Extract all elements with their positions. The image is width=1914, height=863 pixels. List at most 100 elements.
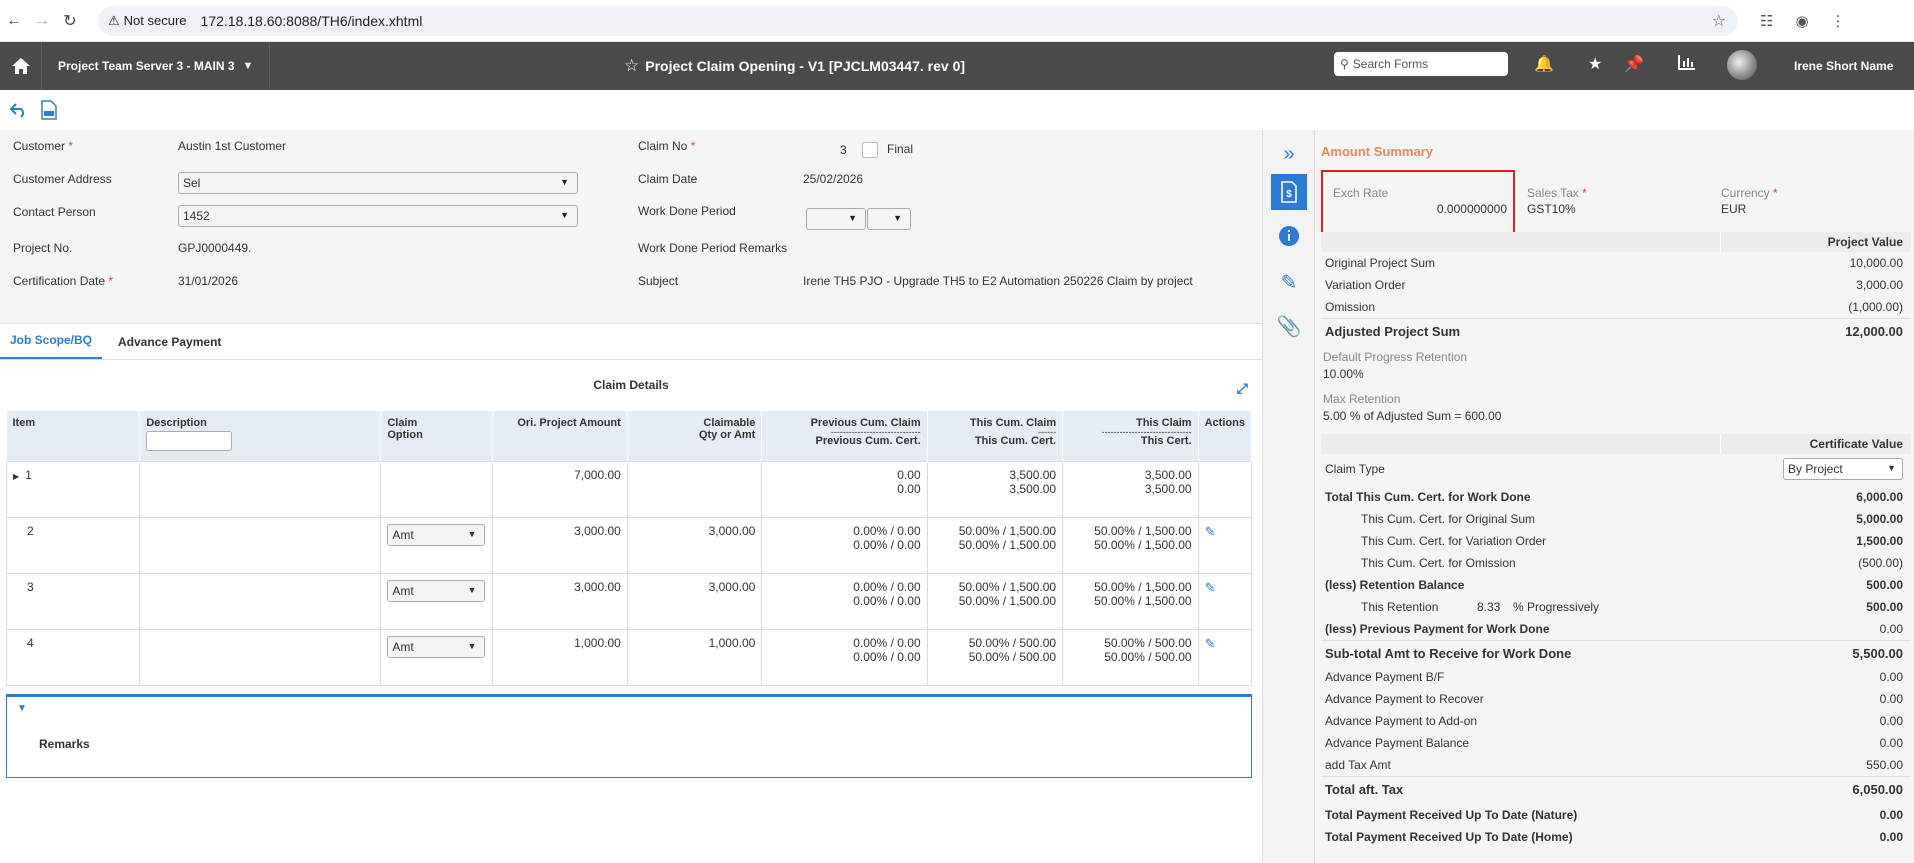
retention-pct-suffix: % Progressively: [1513, 600, 1600, 614]
pdf-icon[interactable]: [38, 99, 60, 121]
caret-down-icon: ▼: [242, 60, 254, 72]
col-item: Item: [6, 411, 141, 461]
item-cell: 4: [5, 628, 141, 686]
retention-pct-value[interactable]: 8.33: [1477, 600, 1500, 614]
menu-dots-icon[interactable]: ⋮: [1831, 12, 1846, 30]
actions-cell: ✎: [1197, 628, 1253, 686]
final-checkbox[interactable]: [862, 142, 878, 158]
table-row[interactable]: ▶ 1 7,000.00 0.00 0.00 3,500.00 3,500.00 3,…: [5, 460, 1253, 518]
tab-job-scope[interactable]: Job Scope/BQ: [0, 333, 103, 359]
customer-address-label: Customer Address: [13, 172, 112, 186]
expand-icon[interactable]: ⤢: [1237, 380, 1248, 397]
claimable-cell: [626, 460, 763, 518]
ori-amount-cell: 3,000.00: [492, 572, 628, 630]
amount-summary-icon[interactable]: $: [1271, 174, 1307, 210]
divider: [1321, 318, 1911, 319]
customer-address-select[interactable]: Sel ▼: [178, 172, 578, 194]
cum-omission-row: This Cum. Cert. for Omission (500.00): [1361, 556, 1903, 570]
star-icon[interactable]: ★: [1588, 54, 1602, 74]
claim-option-select[interactable]: Amt ▼: [387, 523, 486, 546]
certificate-value-header: Certificate Value: [1321, 434, 1911, 454]
table-row[interactable]: 3 Amt ▼ 3,000.00 3,000.00 0.00% / 0.00 0.0…: [5, 572, 1253, 630]
customer-label: Customer *: [13, 139, 74, 153]
avatar[interactable]: [1727, 50, 1757, 80]
claim-date-value[interactable]: 25/02/2026: [803, 172, 863, 186]
caret-down-icon: ▼: [560, 210, 569, 220]
form-toolbar: [0, 90, 1914, 130]
browser-toolbar: ← → ↻ ⚠ Not secure 172.18.18.60:8088/TH6…: [0, 0, 1914, 42]
edit-icon[interactable]: ✎: [1205, 580, 1216, 595]
search-forms-input[interactable]: ⚲ Search Forms: [1334, 52, 1508, 76]
work-done-period-select-1[interactable]: ▼: [806, 208, 866, 230]
address-bar[interactable]: ⚠ Not secure 172.18.18.60:8088/TH6/index…: [98, 5, 1738, 36]
received-nature-row: Total Payment Received Up To Date (Natur…: [1325, 808, 1903, 822]
chart-icon[interactable]: [1678, 54, 1696, 75]
col-description: Description: [139, 411, 382, 461]
contact-person-select[interactable]: 1452 ▼: [178, 205, 578, 227]
table-row[interactable]: 4 Amt ▼ 1,000.00 1,000.00 0.00% / 0.00 0.0…: [5, 628, 1253, 686]
this-claim-cell: 50.00% / 1,500.00 50.00% / 1,500.00: [1062, 516, 1199, 574]
this-cum-cell: 50.00% / 500.00 50.00% / 500.00: [926, 628, 1064, 686]
this-claim-cell: 50.00% / 500.00 50.00% / 500.00: [1062, 628, 1199, 686]
customer-value: Austin 1st Customer: [178, 139, 287, 153]
pin-icon[interactable]: 📌: [1624, 54, 1644, 74]
item-cell[interactable]: ▶ 1: [5, 460, 141, 518]
this-cum-cell: 50.00% / 1,500.00 50.00% / 1,500.00: [926, 516, 1064, 574]
claim-header-form: Customer * Austin 1st Customer Customer …: [0, 130, 1262, 324]
claim-date-label: Claim Date: [638, 172, 698, 186]
description-cell: [139, 516, 382, 574]
subject-label: Subject: [638, 274, 679, 288]
edit-notes-icon[interactable]: ✎: [1271, 264, 1307, 300]
adv-recover-row: Advance Payment to Recover 0.00: [1325, 692, 1903, 706]
home-icon[interactable]: [0, 42, 42, 90]
favorite-star-icon[interactable]: ☆: [624, 56, 639, 76]
reload-icon[interactable]: ↻: [56, 11, 84, 31]
subject-value: Irene TH5 PJO - Upgrade TH5 to E2 Automa…: [803, 274, 1193, 288]
attachment-icon[interactable]: 📎: [1271, 308, 1307, 344]
profile-icon[interactable]: ◉: [1795, 12, 1808, 30]
description-filter-input[interactable]: [146, 431, 233, 451]
claim-option-select[interactable]: Amt ▼: [387, 635, 486, 658]
page-title: ☆ Project Claim Opening - V1 [PJCLM03447…: [624, 42, 965, 90]
exch-rate-value[interactable]: 0.000000000: [1427, 202, 1507, 216]
col-this-claim: This Claim -----------------------------…: [1062, 411, 1199, 461]
claimable-cell: 1,000.00: [626, 628, 763, 686]
certification-date-value[interactable]: 31/01/2026: [178, 274, 238, 288]
edit-icon[interactable]: ✎: [1205, 524, 1216, 539]
previous-cum-cell: 0.00% / 0.00 0.00% / 0.00: [761, 516, 928, 574]
user-name[interactable]: Irene Short Name: [1794, 42, 1893, 90]
work-done-period-label: Work Done Period: [638, 204, 736, 218]
adv-addon-row: Advance Payment to Add-on 0.00: [1325, 714, 1903, 728]
server-selector[interactable]: Project Team Server 3 - MAIN 3 ▼: [42, 42, 271, 90]
tab-advance-payment[interactable]: Advance Payment: [108, 335, 231, 359]
claim-option-select[interactable]: Amt ▼: [387, 579, 486, 602]
bell-icon[interactable]: 🔔: [1534, 54, 1554, 74]
bookmark-star-icon[interactable]: ☆: [1712, 11, 1726, 31]
sales-tax-value: GST10%: [1527, 202, 1576, 216]
undo-icon[interactable]: [8, 99, 30, 121]
ori-amount-cell: 3,000.00: [492, 516, 628, 574]
info-icon[interactable]: [1271, 218, 1307, 254]
remarks-panel[interactable]: ▼ Remarks: [6, 694, 1252, 778]
translate-icon[interactable]: ☷: [1760, 12, 1773, 30]
omission-row: Omission (1,000.00): [1325, 300, 1903, 314]
table-row[interactable]: 2 Amt ▼ 3,000.00 3,000.00 0.00% / 0.00 0.0…: [5, 516, 1253, 574]
collapse-panel-icon[interactable]: »: [1271, 136, 1307, 172]
work-done-period-select-2[interactable]: ▼: [867, 208, 911, 230]
claim-type-select[interactable]: By Project ▼: [1783, 458, 1903, 480]
claim-details-table: Item Description Claim Option Ori. Proje…: [5, 411, 1253, 686]
original-sum-row: Original Project Sum 10,000.00: [1325, 256, 1903, 270]
total-cum-cert-row: Total This Cum. Cert. for Work Done 6,000…: [1325, 490, 1903, 504]
claim-details-header: Claim Details ⤢: [0, 360, 1262, 408]
forward-icon[interactable]: →: [28, 12, 56, 30]
cum-original-row: This Cum. Cert. for Original Sum 5,000.00: [1361, 512, 1903, 526]
edit-icon[interactable]: ✎: [1205, 636, 1216, 651]
this-cum-cell: 50.00% / 1,500.00 50.00% / 1,500.00: [926, 572, 1064, 630]
ori-amount-cell: 7,000.00: [492, 460, 628, 518]
actions-cell: ✎: [1197, 572, 1253, 630]
expand-row-icon: ▶: [13, 471, 20, 481]
back-icon[interactable]: ←: [0, 12, 28, 30]
collapse-caret-icon[interactable]: ▼: [17, 703, 27, 714]
max-retention-label: Max Retention: [1323, 392, 1401, 406]
previous-cum-cell: 0.00% / 0.00 0.00% / 0.00: [761, 628, 928, 686]
